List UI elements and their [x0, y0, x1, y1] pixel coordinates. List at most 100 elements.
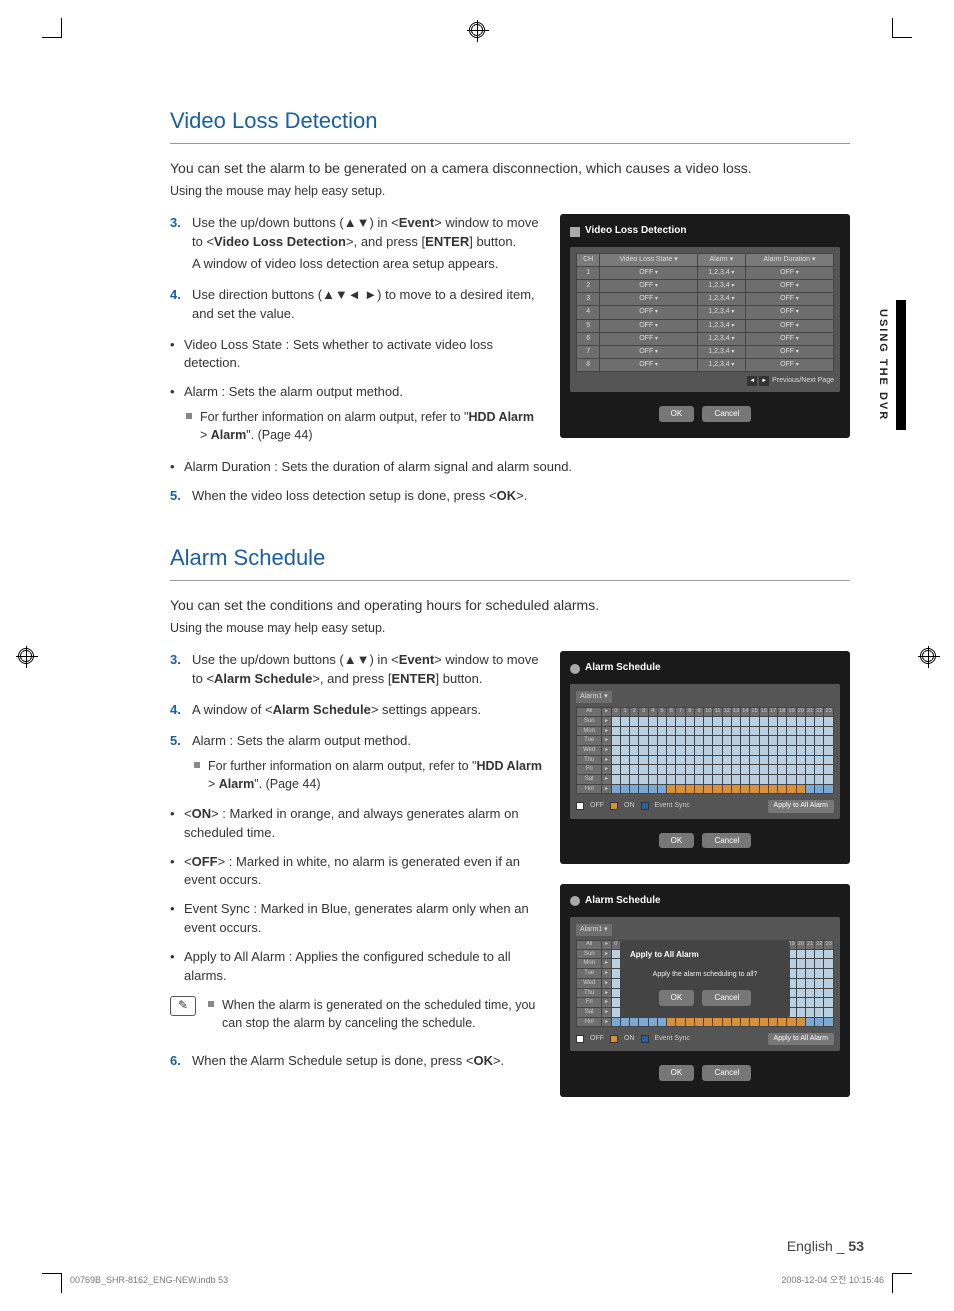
schedule-cell[interactable] [759, 784, 768, 794]
schedule-cell[interactable] [713, 716, 722, 726]
schedule-cell[interactable] [611, 736, 620, 746]
schedule-cell[interactable] [805, 755, 814, 765]
schedule-cell[interactable] [667, 745, 676, 755]
schedule-cell[interactable] [796, 1007, 805, 1017]
schedule-cell[interactable] [759, 726, 768, 736]
schedule-cell[interactable] [768, 775, 777, 785]
schedule-cell[interactable] [731, 765, 740, 775]
schedule-cell[interactable] [713, 1017, 722, 1027]
schedule-cell[interactable] [796, 1017, 805, 1027]
schedule-cell[interactable] [824, 988, 834, 998]
schedule-cell[interactable] [750, 765, 759, 775]
schedule-cell[interactable] [796, 755, 805, 765]
schedule-cell[interactable] [796, 775, 805, 785]
prev-page-button[interactable]: ◄ [747, 376, 757, 386]
schedule-cell[interactable] [685, 745, 694, 755]
schedule-cell[interactable] [778, 736, 787, 746]
schedule-cell[interactable] [639, 784, 648, 794]
schedule-cell[interactable] [796, 716, 805, 726]
schedule-cell[interactable] [676, 765, 685, 775]
schedule-cell[interactable] [741, 716, 750, 726]
vld-cell[interactable]: OFF [745, 306, 833, 319]
schedule-cell[interactable] [824, 784, 834, 794]
schedule-cell[interactable] [667, 726, 676, 736]
schedule-cell[interactable] [639, 716, 648, 726]
schedule-cell[interactable] [639, 1017, 648, 1027]
schedule-cell[interactable] [805, 1017, 814, 1027]
apply-all-button[interactable]: Apply to All Alarm [768, 800, 834, 812]
schedule-cell[interactable] [704, 755, 713, 765]
schedule-cell[interactable] [741, 745, 750, 755]
vld-cell[interactable]: OFF [745, 345, 833, 358]
schedule-cell[interactable] [694, 784, 703, 794]
schedule-cell[interactable] [750, 775, 759, 785]
schedule-cell[interactable] [685, 765, 694, 775]
schedule-cell[interactable] [630, 736, 639, 746]
schedule-cell[interactable] [620, 745, 629, 755]
schedule-cell[interactable] [824, 755, 834, 765]
schedule-cell[interactable] [778, 716, 787, 726]
vld-cell[interactable]: 1,2,3,4 [697, 280, 745, 293]
schedule-cell[interactable] [657, 775, 666, 785]
schedule-cell[interactable] [805, 736, 814, 746]
schedule-cell[interactable] [713, 784, 722, 794]
schedule-cell[interactable] [611, 784, 620, 794]
schedule-cell[interactable] [667, 784, 676, 794]
schedule-cell[interactable] [805, 765, 814, 775]
schedule-cell[interactable] [620, 755, 629, 765]
schedule-cell[interactable] [639, 736, 648, 746]
vld-cell[interactable]: 1,2,3,4 [697, 332, 745, 345]
schedule-cell[interactable] [713, 765, 722, 775]
schedule-cell[interactable] [685, 755, 694, 765]
schedule-cell[interactable] [796, 745, 805, 755]
vld-cell[interactable]: OFF [600, 358, 698, 371]
schedule-cell[interactable] [824, 978, 834, 988]
schedule-cell[interactable] [694, 745, 703, 755]
schedule-cell[interactable] [667, 765, 676, 775]
schedule-cell[interactable] [620, 784, 629, 794]
vld-cell[interactable]: OFF [745, 332, 833, 345]
schedule-cell[interactable] [787, 745, 796, 755]
schedule-cell[interactable] [805, 1007, 814, 1017]
schedule-cell[interactable] [778, 775, 787, 785]
schedule-cell[interactable] [611, 775, 620, 785]
schedule-cell[interactable] [667, 755, 676, 765]
schedule-cell[interactable] [824, 1017, 834, 1027]
schedule-cell[interactable] [685, 775, 694, 785]
schedule-cell[interactable] [630, 745, 639, 755]
th-alarm[interactable]: Alarm ▾ [697, 253, 745, 266]
schedule-cell[interactable] [713, 745, 722, 755]
schedule-cell[interactable] [630, 765, 639, 775]
schedule-cell[interactable] [805, 969, 814, 979]
schedule-cell[interactable] [750, 726, 759, 736]
schedule-cell[interactable] [796, 736, 805, 746]
schedule-cell[interactable] [685, 784, 694, 794]
schedule-cell[interactable] [611, 716, 620, 726]
schedule-cell[interactable] [815, 716, 824, 726]
schedule-cell[interactable] [694, 736, 703, 746]
schedule-cell[interactable] [796, 998, 805, 1008]
schedule-cell[interactable] [639, 745, 648, 755]
schedule-cell[interactable] [713, 755, 722, 765]
schedule-cell[interactable] [639, 755, 648, 765]
schedule-cell[interactable] [815, 1017, 824, 1027]
vld-cell[interactable]: OFF [600, 293, 698, 306]
schedule-cell[interactable] [796, 959, 805, 969]
schedule-cell[interactable] [778, 726, 787, 736]
schedule-cell[interactable] [815, 775, 824, 785]
schedule-cell[interactable] [648, 716, 657, 726]
schedule-cell[interactable] [722, 1017, 731, 1027]
vld-cell[interactable]: OFF [600, 319, 698, 332]
schedule-cell[interactable] [694, 716, 703, 726]
schedule-cell[interactable] [648, 784, 657, 794]
schedule-cell[interactable] [750, 1017, 759, 1027]
apply-all-button[interactable]: Apply to All Alarm [768, 1033, 834, 1045]
schedule-cell[interactable] [750, 784, 759, 794]
schedule-cell[interactable] [768, 1017, 777, 1027]
schedule-cell[interactable] [704, 745, 713, 755]
schedule-cell[interactable] [787, 784, 796, 794]
schedule-cell[interactable] [750, 745, 759, 755]
schedule-cell[interactable] [722, 716, 731, 726]
schedule-cell[interactable] [787, 775, 796, 785]
schedule-cell[interactable] [815, 745, 824, 755]
